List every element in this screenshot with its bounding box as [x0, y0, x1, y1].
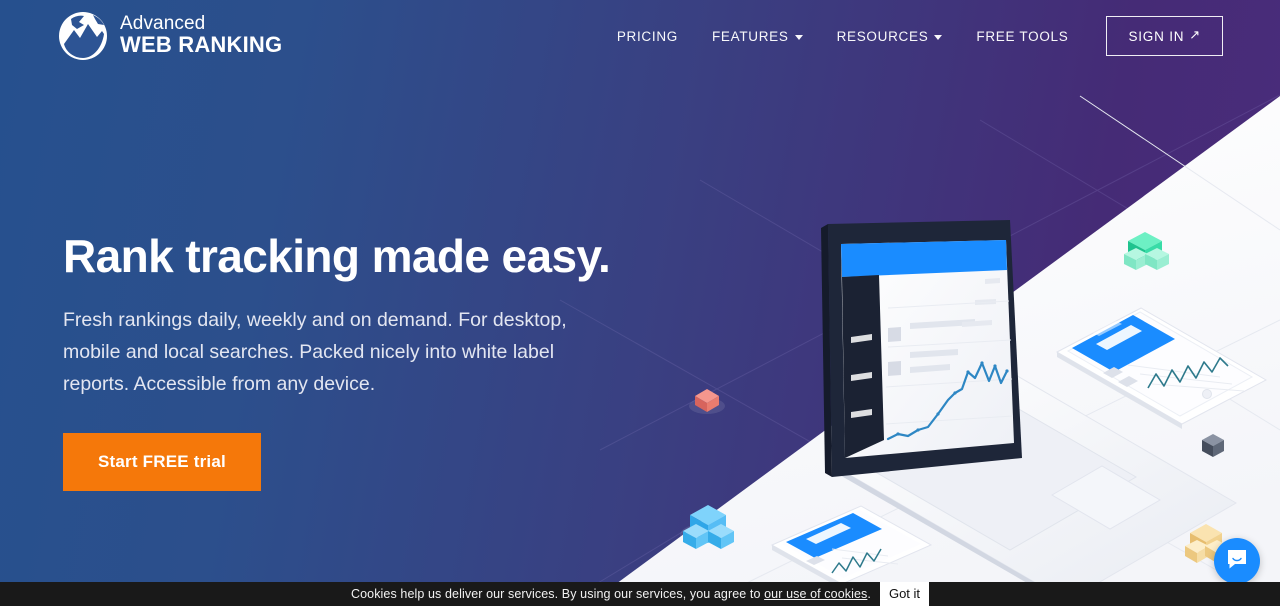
chevron-down-icon: [794, 34, 803, 40]
logo-line-web-ranking: WEB RANKING: [120, 32, 283, 57]
logo-link[interactable]: Advanced WEB RANKING: [57, 10, 282, 62]
cookie-policy-link[interactable]: our use of cookies: [764, 587, 867, 601]
cookie-text-after: .: [867, 587, 871, 601]
site-header: Advanced WEB RANKING PRICING FEATURES RE…: [0, 0, 1280, 72]
nav-item-features[interactable]: FEATURES: [695, 19, 820, 54]
logo-wordmark: Advanced WEB RANKING: [120, 14, 282, 58]
globe-mountain-icon: [57, 10, 109, 62]
nav-label-pricing: PRICING: [616, 28, 678, 44]
nav-item-free-tools[interactable]: FREE TOOLS: [959, 19, 1085, 54]
main-navigation: PRICING FEATURES RESOURCES FREE TOOLS SI…: [600, 16, 1223, 56]
logo-line-advanced: Advanced: [120, 13, 206, 34]
chat-bubble-icon: [1225, 547, 1249, 576]
nav-label-features: FEATURES: [711, 28, 789, 44]
cookie-text-before: Cookies help us deliver our services. By…: [350, 587, 765, 601]
start-free-trial-button[interactable]: Start FREE trial: [63, 432, 261, 491]
nav-item-pricing[interactable]: PRICING: [600, 19, 695, 54]
hero-content: Rank tracking made easy. Fresh rankings …: [63, 230, 683, 491]
nav-label-resources: RESOURCES: [836, 28, 929, 44]
cookie-consent-bar: Cookies help us deliver our services. By…: [0, 582, 1280, 606]
sign-in-label: SIGN IN: [1128, 28, 1185, 44]
chevron-down-icon: [934, 34, 943, 40]
external-link-arrow-icon: ↗: [1189, 27, 1201, 42]
page-title: Rank tracking made easy.: [63, 230, 611, 282]
chat-widget-button[interactable]: [1214, 538, 1260, 584]
page-root: Advanced WEB RANKING PRICING FEATURES RE…: [0, 0, 1280, 606]
cookie-accept-button[interactable]: Got it: [879, 582, 930, 606]
hero-subheadline: Fresh rankings daily, weekly and on dema…: [63, 308, 567, 396]
cookie-message: Cookies help us deliver our services. By…: [351, 587, 871, 601]
nav-item-resources[interactable]: RESOURCES: [820, 19, 960, 54]
nav-label-free-tools: FREE TOOLS: [976, 28, 1069, 44]
sign-in-button[interactable]: SIGN IN ↗: [1106, 16, 1223, 56]
